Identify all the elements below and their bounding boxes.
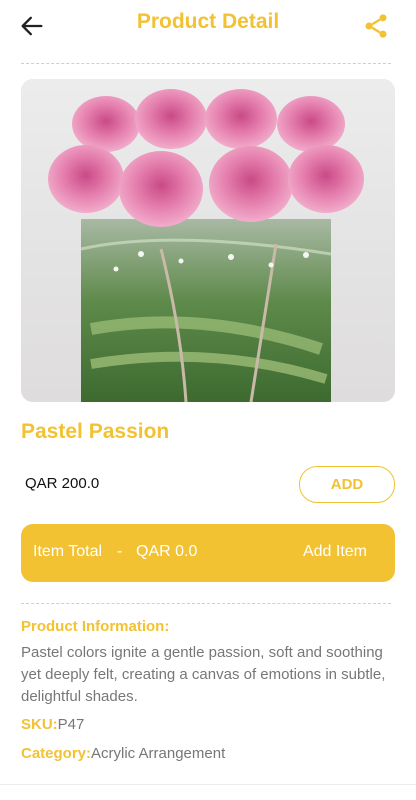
sku-value: P47 xyxy=(57,716,85,733)
item-total-value: QAR 0.0 xyxy=(136,543,198,560)
bottom-divider xyxy=(0,784,416,785)
product-price: QAR 200.0 xyxy=(25,475,100,492)
category-row: Category:Acrylic Arrangement xyxy=(21,745,225,762)
page-title: Product Detail xyxy=(136,10,280,33)
sku-row: SKU:P47 xyxy=(21,716,84,733)
sku-label: SKU: xyxy=(21,716,58,733)
category-label: Category: xyxy=(21,745,92,762)
product-name: Pastel Passion xyxy=(21,420,170,443)
add-button[interactable]: ADD xyxy=(299,466,395,503)
product-description: Pastel colors ignite a gentle passion, s… xyxy=(21,644,386,705)
item-total-label: Item Total xyxy=(33,543,103,560)
item-total-separator: - xyxy=(117,543,123,560)
top-app-bar: Product Detail xyxy=(0,0,416,52)
item-total-bar: Item Total - QAR 0.0 Add Item xyxy=(21,524,395,582)
header-divider xyxy=(21,63,391,64)
share-icon[interactable] xyxy=(362,12,390,40)
category-value: Acrylic Arrangement xyxy=(91,745,226,762)
product-info-heading: Product Information: xyxy=(21,618,170,635)
info-divider xyxy=(21,603,391,604)
add-item-button[interactable]: Add Item xyxy=(303,543,367,561)
product-image xyxy=(21,79,395,402)
